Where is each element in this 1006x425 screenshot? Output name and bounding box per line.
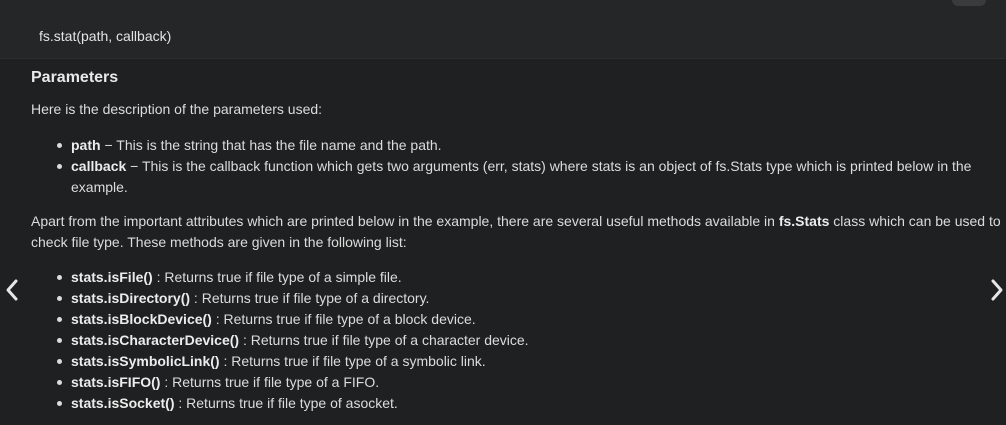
method-name: stats.isSocket() [71, 395, 175, 411]
intro-paragraph: Here is the description of the parameter… [31, 101, 323, 117]
method-name: stats.isFile() [71, 269, 153, 285]
method-description: : Returns true if file type of a simple … [152, 269, 402, 285]
list-item: stats.isDirectory() : Returns true if fi… [31, 288, 1003, 309]
method-list: stats.isFile() : Returns true if file ty… [31, 267, 1003, 414]
method-name: stats.isSymbolicLink() [71, 353, 220, 369]
param-name: callback [71, 158, 127, 174]
copy-button[interactable] [952, 0, 986, 6]
list-item: stats.isSocket() : Returns true if file … [31, 393, 1003, 414]
previous-page-button[interactable] [3, 276, 21, 304]
method-description: : Returns true if file type of a FIFO. [160, 374, 380, 390]
method-name: stats.isCharacterDevice() [71, 332, 240, 348]
method-name: stats.isBlockDevice() [71, 311, 212, 327]
code-block: fs.stat(path, callback) [0, 0, 1006, 59]
method-name: stats.isDirectory() [71, 290, 191, 306]
method-description: : Returns true if file type of a block d… [211, 311, 476, 327]
method-description: : Returns true if file type of asocket. [174, 395, 398, 411]
list-item: callback − This is the callback function… [31, 156, 1003, 198]
param-description: − This is the string that has the file n… [100, 137, 442, 153]
next-page-button[interactable] [988, 276, 1006, 304]
code-line: fs.stat(path, callback) [39, 28, 172, 44]
apart-paragraph: Apart from the important attributes whic… [31, 211, 1003, 253]
list-item: stats.isFIFO() : Returns true if file ty… [31, 372, 1003, 393]
list-item: stats.isCharacterDevice() : Returns true… [31, 330, 1003, 351]
apart-bold-class: fs.Stats [778, 213, 830, 229]
chevron-right-icon [991, 279, 1003, 301]
section-heading: Parameters [31, 69, 119, 86]
method-description: : Returns true if file type of a charact… [239, 332, 529, 348]
method-description: : Returns true if file type of a symboli… [219, 353, 486, 369]
list-item: stats.isFile() : Returns true if file ty… [31, 267, 1003, 288]
list-item: path − This is the string that has the f… [31, 135, 1003, 156]
parameter-list: path − This is the string that has the f… [31, 135, 1003, 198]
list-item: stats.isBlockDevice() : Returns true if … [31, 309, 1003, 330]
param-description: − This is the callback function which ge… [71, 158, 972, 195]
param-name: path [71, 137, 101, 153]
method-description: : Returns true if file type of a directo… [190, 290, 430, 306]
chevron-left-icon [6, 279, 18, 301]
apart-text-before: Apart from the important attributes whic… [31, 213, 779, 229]
list-item: stats.isSymbolicLink() : Returns true if… [31, 351, 1003, 372]
method-name: stats.isFIFO() [71, 374, 161, 390]
